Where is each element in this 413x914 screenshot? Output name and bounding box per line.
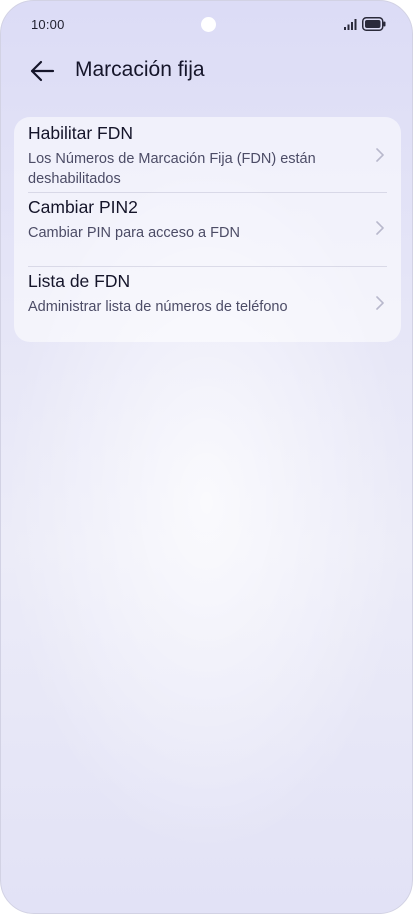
phone-screen: 10:00 Marcación fija Habilitar FDN Los N… [0, 0, 413, 914]
item-title: Habilitar FDN [28, 123, 134, 143]
list-item-enable-fdn[interactable]: Habilitar FDN Los Números de Marcación F… [14, 117, 401, 192]
title-bar: Marcación fija [1, 49, 412, 97]
item-title: Cambiar PIN2 [28, 197, 138, 217]
page-title: Marcación fija [75, 58, 205, 81]
back-button[interactable] [27, 55, 59, 87]
signal-icon [344, 19, 357, 30]
item-title: Lista de FDN [28, 271, 131, 291]
list-item-change-pin2[interactable]: Cambiar PIN2 Cambiar PIN para acceso a F… [14, 192, 401, 266]
arrow-left-icon [30, 60, 55, 82]
chevron-right-icon [376, 148, 384, 162]
battery-icon [362, 17, 386, 31]
chevron-right-icon [376, 221, 384, 235]
item-subtitle: Administrar lista de números de teléfono [28, 299, 288, 315]
item-subtitle: Cambiar PIN para acceso a FDN [28, 225, 240, 241]
status-time: 10:00 [31, 17, 65, 32]
status-bar: 10:00 [1, 1, 412, 49]
camera-cutout [201, 17, 216, 32]
settings-card: Habilitar FDN Los Números de Marcación F… [14, 117, 401, 342]
chevron-right-icon [376, 296, 384, 310]
item-subtitle: Los Números de Marcación Fija (FDN) está… [28, 151, 316, 187]
list-item-fdn-list[interactable]: Lista de FDN Administrar lista de número… [14, 266, 401, 342]
